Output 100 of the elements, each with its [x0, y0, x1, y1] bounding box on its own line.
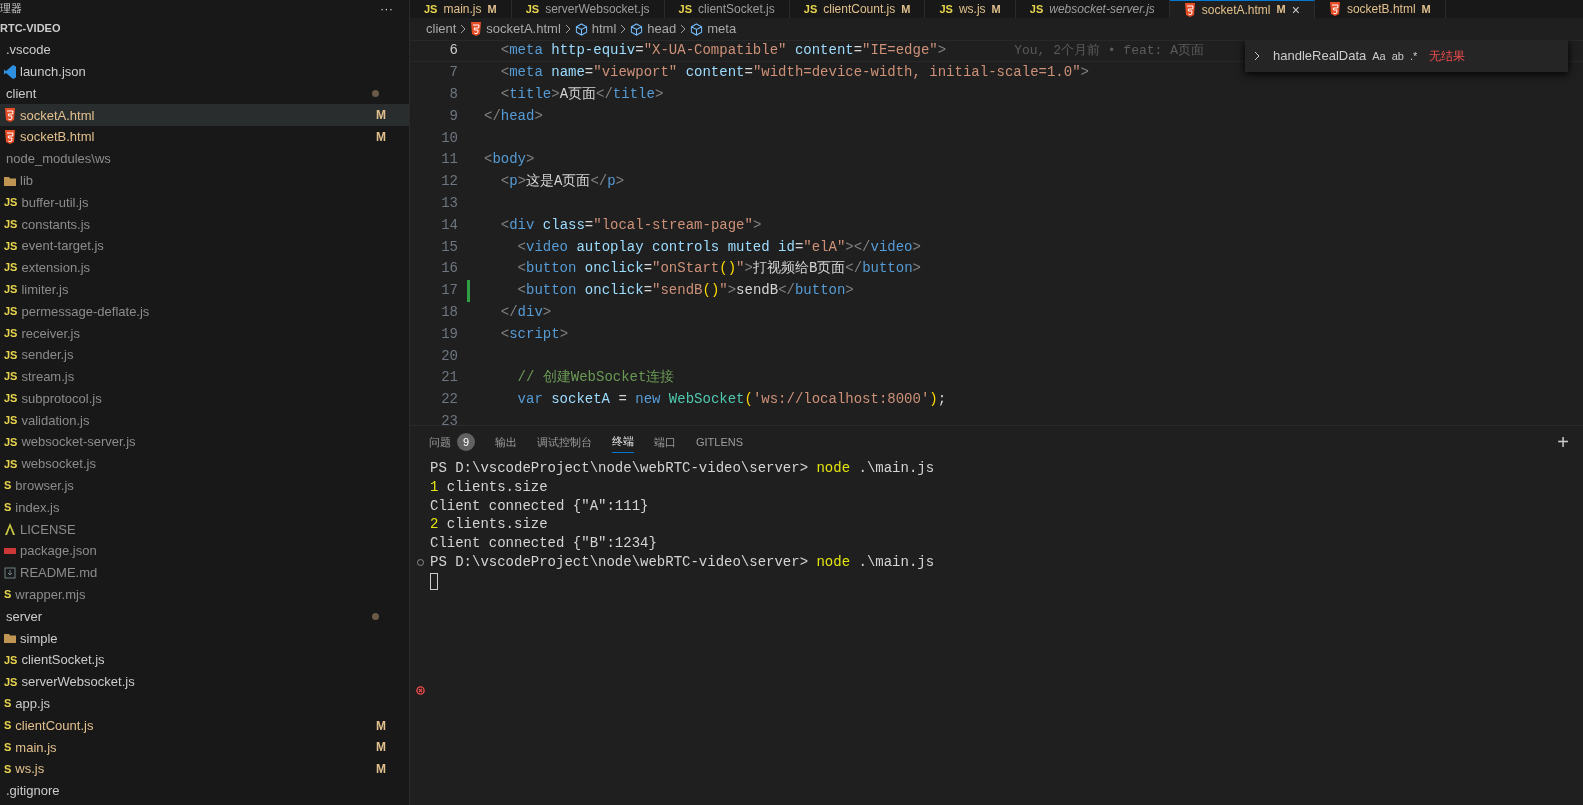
- file-row[interactable]: .gitignore: [0, 780, 409, 802]
- breadcrumb-item[interactable]: socketA.html: [486, 19, 561, 39]
- file-row[interactable]: launch.json: [0, 60, 409, 83]
- file-name: README.md: [20, 564, 98, 583]
- line-number: 13: [440, 193, 458, 213]
- js-file-icon: JS: [4, 676, 18, 688]
- code-line: var socketA = new WebSocket('ws://localhost:8000');: [516, 390, 947, 410]
- editor-tab[interactable]: JS clientSocket.js: [664, 0, 790, 18]
- file-row[interactable]: JS limiter.js: [0, 278, 409, 301]
- find-option-toggle[interactable]: ab: [1391, 47, 1404, 65]
- file-row[interactable]: S clientCount.js M: [0, 714, 409, 737]
- panel-tab[interactable]: 输出: [495, 431, 517, 453]
- code-line: </div>: [499, 302, 552, 322]
- breadcrumb-item[interactable]: client: [426, 19, 457, 39]
- folder-row[interactable]: client: [0, 82, 409, 105]
- file-row[interactable]: JS stream.js: [0, 365, 409, 388]
- file-row[interactable]: JS validation.js: [0, 409, 409, 432]
- file-row[interactable]: S index.js: [0, 496, 409, 519]
- editor-tab[interactable]: JS clientCount.js M: [789, 0, 926, 18]
- editor-tab[interactable]: JS ws.js M: [925, 0, 1016, 18]
- panel-tab[interactable]: 端口: [654, 431, 676, 453]
- file-row[interactable]: JS permessage-deflate.js: [0, 300, 409, 323]
- file-row[interactable]: S ws.js M: [0, 758, 409, 781]
- file-name: buffer-util.js: [21, 193, 89, 212]
- chevron-right-icon[interactable]: [1253, 50, 1261, 62]
- file-row[interactable]: JS extension.js: [0, 256, 409, 279]
- file-row[interactable]: JS serverWebsocket.js: [0, 671, 409, 693]
- file-row[interactable]: JS sender.js: [0, 344, 409, 366]
- line-number: 23: [440, 411, 458, 425]
- folder-row[interactable]: node_modules\ws: [0, 148, 409, 170]
- breadcrumb-item[interactable]: meta: [707, 19, 737, 39]
- file-row[interactable]: JS constants.js: [0, 213, 409, 236]
- find-input[interactable]: handleRealData: [1273, 46, 1367, 66]
- modified-status-label: M: [487, 1, 497, 17]
- file-name: sender.js: [21, 346, 74, 365]
- line-number: 7: [448, 63, 458, 83]
- project-root-title[interactable]: RTC-VIDEO: [0, 19, 61, 37]
- line-number: 21: [440, 368, 458, 388]
- line-number: 8: [448, 85, 458, 104]
- file-row[interactable]: S app.js: [0, 692, 409, 715]
- file-row[interactable]: package.json: [0, 540, 409, 563]
- file-row[interactable]: JS websocket.js: [0, 453, 409, 475]
- find-option-toggle[interactable]: .*: [1409, 47, 1418, 65]
- file-row[interactable]: S main.js M: [0, 736, 409, 759]
- close-icon[interactable]: ×: [1291, 2, 1300, 17]
- file-row[interactable]: JS receiver.js: [0, 322, 409, 345]
- folder-row[interactable]: lib: [0, 169, 409, 192]
- js-file-icon: JS: [803, 3, 818, 15]
- file-name: wrapper.mjs: [15, 586, 86, 605]
- file-row[interactable]: S browser.js: [0, 474, 409, 497]
- file-name: subprotocol.js: [21, 389, 102, 408]
- line-number: 16: [440, 259, 458, 279]
- file-row[interactable]: JS clientSocket.js: [0, 649, 409, 672]
- find-result: 无结果: [1429, 48, 1466, 65]
- file-row[interactable]: socketB.html M: [0, 126, 409, 148]
- add-terminal-button[interactable]: +: [1557, 432, 1569, 452]
- editor-tab[interactable]: JS websocket-server.js: [1015, 0, 1170, 18]
- file-row[interactable]: JS buffer-util.js: [0, 191, 409, 214]
- panel-tab[interactable]: 调试控制台: [537, 431, 592, 453]
- modified-status-label: M: [376, 739, 386, 757]
- file-name: event-target.js: [21, 237, 104, 256]
- file-row[interactable]: JS websocket-server.js: [0, 431, 409, 454]
- file-row[interactable]: JS event-target.js: [0, 235, 409, 257]
- editor-tab[interactable]: socketA.html M ×: [1169, 0, 1315, 18]
- find-option-toggle[interactable]: Aa: [1372, 47, 1386, 65]
- editor-tab[interactable]: JS main.js M: [410, 0, 512, 18]
- tab-label: socketA.html: [1201, 1, 1271, 18]
- chevron-right-icon: [620, 24, 627, 34]
- js-file-icon: JS: [4, 436, 18, 448]
- file-name: app.js: [15, 695, 51, 714]
- editor-tab[interactable]: JS serverWebsocket.js: [511, 0, 665, 18]
- js-file-icon: S: [4, 698, 12, 710]
- file-name: node_modules\ws: [6, 150, 111, 169]
- breadcrumb-item[interactable]: html: [591, 19, 617, 39]
- file-name: socketB.html: [20, 128, 95, 147]
- tab-label: main.js: [443, 1, 482, 18]
- file-row[interactable]: S wrapper.mjs: [0, 583, 409, 606]
- more-actions-button[interactable]: ···: [380, 2, 393, 15]
- editor-tab[interactable]: socketB.html M: [1314, 0, 1446, 18]
- panel-tab[interactable]: 终端: [612, 431, 634, 453]
- file-row[interactable]: README.md: [0, 562, 409, 584]
- js-file-icon: S: [4, 502, 12, 514]
- tab-label: serverWebsocket.js: [545, 1, 650, 18]
- folder-row[interactable]: server: [0, 605, 409, 628]
- modified-status-label: M: [1276, 2, 1286, 18]
- folder-row[interactable]: simple: [0, 627, 409, 650]
- file-row[interactable]: JS subprotocol.js: [0, 387, 409, 410]
- file-row[interactable]: LICENSE: [0, 518, 409, 541]
- line-number: 17: [440, 281, 458, 301]
- panel-tab[interactable]: 问题 9: [429, 431, 475, 453]
- panel-tab[interactable]: GITLENS: [696, 431, 744, 453]
- folder-row[interactable]: .vscode: [0, 39, 409, 61]
- file-row[interactable]: socketA.html M: [0, 104, 409, 127]
- terminal-line: PS D:\vscodeProject\node\webRTC-video\server> node .\main.js: [430, 458, 935, 478]
- file-name: websocket.js: [21, 455, 96, 474]
- code-line: <meta http-equiv="X-UA-Compatible" content="IE=edge">: [499, 41, 947, 61]
- js-file-icon: JS: [4, 218, 18, 230]
- chevron-right-icon: [564, 24, 571, 34]
- breadcrumb-item[interactable]: head: [647, 19, 677, 39]
- code-line: <p>这是A页面</p>: [499, 172, 625, 192]
